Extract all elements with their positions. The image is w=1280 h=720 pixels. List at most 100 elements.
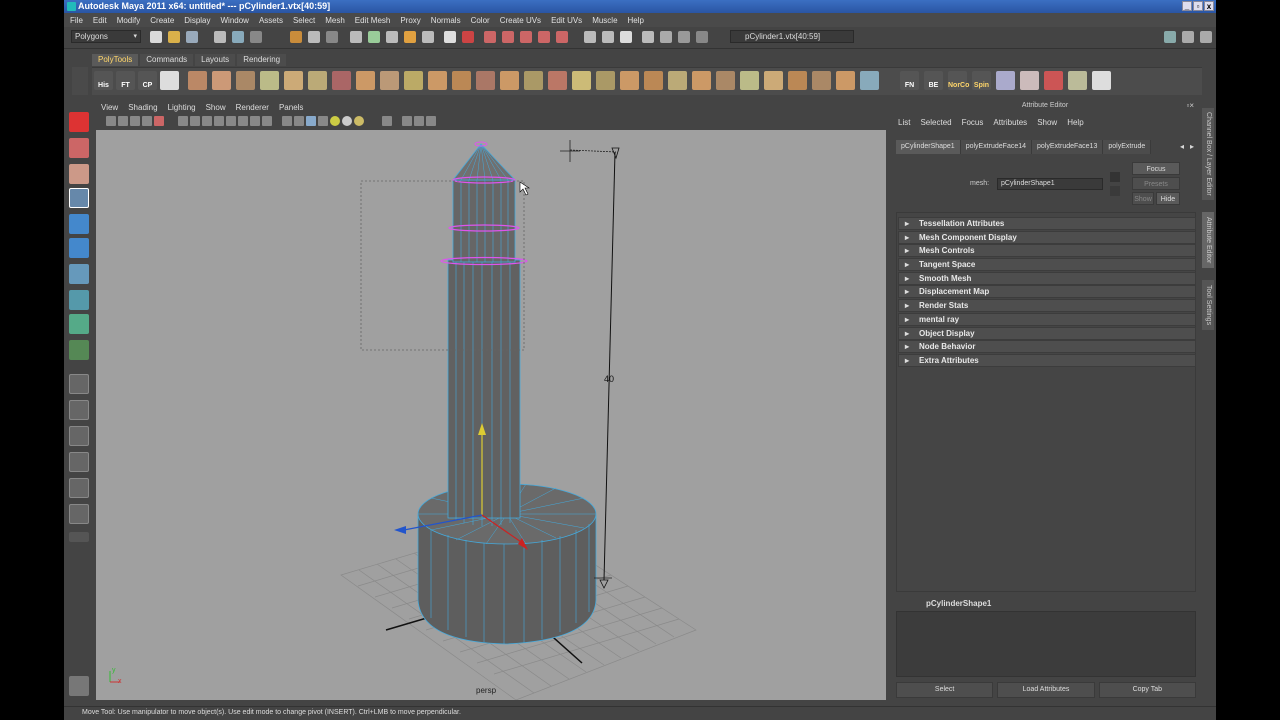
section-smooth-mesh[interactable]: Smooth Mesh <box>898 271 1196 285</box>
more-layouts-icon[interactable] <box>69 532 89 542</box>
ae-menu-show[interactable]: Show <box>1037 118 1057 127</box>
shelf-tool-icon[interactable] <box>524 71 543 90</box>
mesh-name-field[interactable]: pCylinderShape1 <box>997 178 1103 190</box>
ipr-render-icon[interactable] <box>678 31 690 43</box>
section-node-behavior[interactable]: Node Behavior <box>898 340 1196 354</box>
section-object-display[interactable]: Object Display <box>898 326 1196 340</box>
shelf-tool-icon[interactable] <box>692 71 711 90</box>
move-handle-icon[interactable] <box>426 116 436 126</box>
textured-icon[interactable] <box>318 116 328 126</box>
shelf-cp-icon[interactable]: CP <box>138 71 157 90</box>
select-curve-icon[interactable] <box>368 31 380 43</box>
field-chart-icon[interactable] <box>226 116 236 126</box>
wireframe-icon[interactable] <box>262 116 272 126</box>
shelf-tool-icon[interactable] <box>1044 71 1063 90</box>
shelf-tool-icon[interactable] <box>860 71 879 90</box>
grid-icon[interactable] <box>178 116 188 126</box>
selection-name-field[interactable]: pCylinder1.vtx[40:59] <box>730 30 854 43</box>
select-tool-icon[interactable] <box>69 112 89 132</box>
menu-help[interactable]: Help <box>628 16 644 25</box>
shelf-tool-icon[interactable] <box>476 71 495 90</box>
menu-display[interactable]: Display <box>184 16 210 25</box>
shelf-tool-icon[interactable] <box>668 71 687 90</box>
all-lights-icon[interactable] <box>354 116 364 126</box>
menu-muscle[interactable]: Muscle <box>592 16 617 25</box>
focus-button[interactable]: Focus <box>1132 162 1180 175</box>
select-by-face-icon[interactable] <box>350 31 362 43</box>
tab-tool-settings[interactable]: Tool Settings <box>1202 280 1214 330</box>
select-misc-icon[interactable] <box>462 31 474 43</box>
snap-point-icon[interactable] <box>520 31 532 43</box>
shelf-tool-icon[interactable] <box>548 71 567 90</box>
render-current-icon[interactable] <box>660 31 672 43</box>
go-to-input-icon[interactable] <box>1110 172 1120 182</box>
presets-button[interactable]: Presets <box>1132 177 1180 190</box>
show-button[interactable]: Show <box>1132 192 1154 205</box>
tab-attribute-editor[interactable]: Attribute Editor <box>1202 212 1214 268</box>
move-tool-icon[interactable] <box>69 188 89 208</box>
section-tessellation-attributes[interactable]: Tessellation Attributes <box>898 217 1196 230</box>
menu-create[interactable]: Create <box>150 16 174 25</box>
shelf-be-icon[interactable]: BE <box>924 71 943 90</box>
select-by-point-icon[interactable] <box>308 31 320 43</box>
viewport-menu-panels[interactable]: Panels <box>279 102 303 114</box>
select-hierarchy-icon[interactable] <box>214 31 226 43</box>
shelf-tool-icon[interactable] <box>260 71 279 90</box>
shelf-tool-icon[interactable] <box>236 71 255 90</box>
tab-polyextrude[interactable]: polyExtrude <box>1103 140 1152 154</box>
shelf-tool-icon[interactable] <box>284 71 303 90</box>
menu-edit-mesh[interactable]: Edit Mesh <box>355 16 391 25</box>
shelf-document-icon[interactable] <box>160 71 179 90</box>
viewport-menu-lighting[interactable]: Lighting <box>168 102 196 114</box>
xray-joints-icon[interactable] <box>414 116 424 126</box>
menu-window[interactable]: Window <box>221 16 249 25</box>
close-icon[interactable]: ▫× <box>1186 101 1194 110</box>
shelf-tab-layouts[interactable]: Layouts <box>195 54 236 66</box>
shelf-tool-icon[interactable] <box>404 71 423 90</box>
select-by-handle-icon[interactable] <box>290 31 302 43</box>
shelf-tool-icon[interactable] <box>1068 71 1087 90</box>
section-mesh-controls[interactable]: Mesh Controls <box>898 244 1196 258</box>
image-plane-icon[interactable] <box>142 116 152 126</box>
menu-mesh[interactable]: Mesh <box>325 16 345 25</box>
shelf-tool-icon[interactable] <box>764 71 783 90</box>
snap-curve-icon[interactable] <box>502 31 514 43</box>
section-mesh-component-display[interactable]: Mesh Component Display <box>898 230 1196 244</box>
menu-file[interactable]: File <box>70 16 83 25</box>
select-button[interactable]: Select <box>896 682 994 698</box>
shelf-tool-icon[interactable] <box>356 71 375 90</box>
menu-edit-uvs[interactable]: Edit UVs <box>551 16 582 25</box>
menu-modify[interactable]: Modify <box>117 16 141 25</box>
snap-view-plane-icon[interactable] <box>538 31 550 43</box>
tab-channel-box-layer-editor[interactable]: Channel Box / Layer Editor <box>1202 108 1214 200</box>
history-icon[interactable] <box>602 31 614 43</box>
input-output-icon[interactable] <box>584 31 596 43</box>
layout-four-pane-icon[interactable] <box>69 400 89 420</box>
shelf-fn-icon[interactable]: FN <box>900 71 919 90</box>
ae-menu-attributes[interactable]: Attributes <box>993 118 1027 127</box>
select-camera-icon[interactable] <box>106 116 116 126</box>
safe-title-icon[interactable] <box>250 116 260 126</box>
load-attributes-button[interactable]: Load Attributes <box>997 682 1095 698</box>
camera-attributes-icon[interactable] <box>118 116 128 126</box>
show-hide-attribute-editor-icon[interactable] <box>1182 31 1194 43</box>
layout-persp-graph-icon[interactable] <box>69 452 89 472</box>
section-render-stats[interactable]: Render Stats <box>898 299 1196 313</box>
select-object-icon[interactable] <box>232 31 244 43</box>
render-settings-icon[interactable] <box>696 31 708 43</box>
hide-button[interactable]: Hide <box>1156 192 1180 205</box>
lasso-tool-icon[interactable] <box>69 138 89 158</box>
menu-select[interactable]: Select <box>293 16 315 25</box>
paint-select-tool-icon[interactable] <box>69 164 89 184</box>
gate-mask-icon[interactable] <box>214 116 224 126</box>
shelf-tool-icon[interactable] <box>836 71 855 90</box>
shelf-tool-icon[interactable] <box>620 71 639 90</box>
safe-action-icon[interactable] <box>238 116 248 126</box>
rotate-tool-icon[interactable] <box>69 214 89 234</box>
shelf-norco-icon[interactable]: NorCo <box>948 71 969 90</box>
section-displacement-map[interactable]: Displacement Map <box>898 285 1196 299</box>
perspective-view[interactable]: 40 y x persp <box>96 130 886 700</box>
notes-field[interactable] <box>896 611 1196 677</box>
resolution-gate-icon[interactable] <box>202 116 212 126</box>
ae-menu-selected[interactable]: Selected <box>920 118 951 127</box>
